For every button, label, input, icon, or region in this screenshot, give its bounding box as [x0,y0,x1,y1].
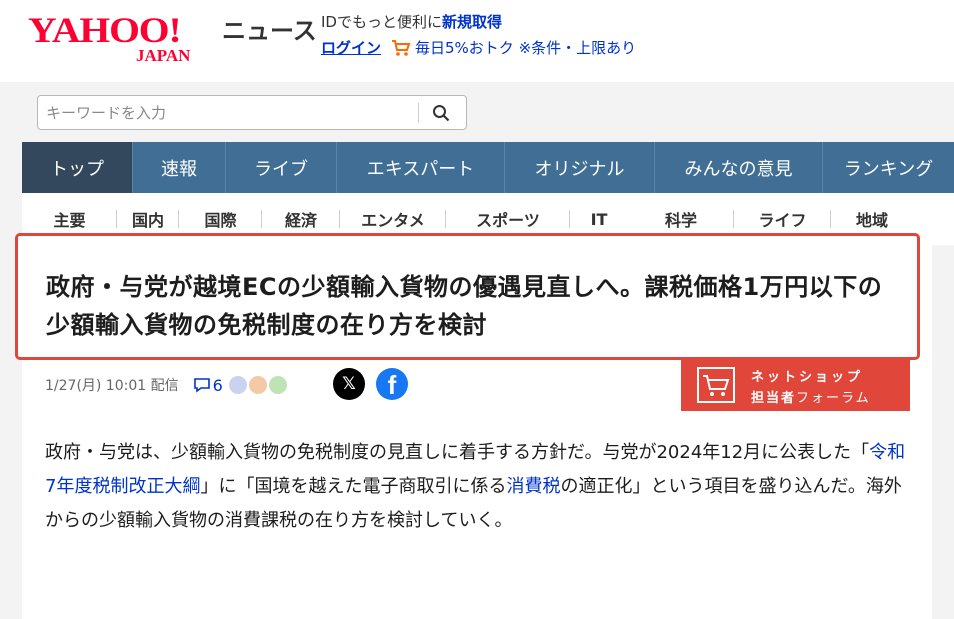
main-nav-expert[interactable]: エキスパート [337,142,505,193]
article-meta: 1/27(月) 10:01 配信 6 [45,372,289,398]
netshop-forum-banner[interactable]: ネットショップ 担当者フォーラム [681,358,910,411]
banner-line2: 担当者フォーラム [751,387,871,406]
tab-label: 経済 [284,211,317,230]
section-title[interactable]: ニュース [222,16,317,46]
body-text-1: 政府・与党は、少額輸入貨物の免税制度の見直しに着手する方針だ。与党が2024年1… [45,442,870,463]
reaction-face-icon [228,376,247,394]
search-input[interactable] [38,97,418,128]
search-icon [433,104,450,121]
tab-label: スポーツ [476,211,540,230]
x-icon: 𝕏 [342,374,356,394]
title-highlight-box: 政府・与党が越境ECの少額輸入貨物の優遇見直しへ。課税価格1万円以下の少額輸入貨… [15,233,920,360]
id-promo-line: IDでもっと便利に新規取得 [321,12,502,32]
main-nav-opinions[interactable]: みんなの意見 [655,142,823,193]
cart-banner-icon [697,367,735,403]
tab-label: IT [590,209,608,229]
comment-icon [193,378,210,393]
tab-label: 地域 [855,211,888,230]
consumption-tax-link[interactable]: 消費税 [506,476,560,497]
promo-link[interactable]: 毎日5%おトク ※条件・上限あり [415,38,636,58]
comment-count: 6 [212,375,223,395]
search-box [37,95,467,130]
tab-label: 科学 [664,211,697,230]
logo-japan: JAPAN [136,46,191,65]
article-title: 政府・与党が越境ECの少額輸入貨物の優遇見直しへ。課税価格1万円以下の少額輸入貨… [46,273,883,339]
main-nav-original[interactable]: オリジナル [505,142,655,193]
id-text: IDでもっと便利に [321,13,442,31]
tab-label: 国内 [131,211,164,230]
main-nav: トップ 速報 ライブ エキスパート オリジナル みんなの意見 ランキング [22,142,954,193]
shopping-cart-icon [392,40,411,56]
body-text-2: 」に「国境を越えた電子商取引に係る [200,476,507,497]
tab-label: ライフ [758,211,807,230]
publish-date: 1/27(月) 10:01 配信 [45,378,179,394]
reaction-face-icon [248,376,267,394]
banner-line1: ネットショップ [751,370,864,385]
login-link[interactable]: ログイン [321,38,381,58]
reaction-faces[interactable] [228,376,289,394]
signup-link[interactable]: 新規取得 [442,13,502,31]
main-nav-top[interactable]: トップ [22,142,133,193]
tab-label: エンタメ [361,211,425,230]
share-x-button[interactable]: 𝕏 [333,368,365,400]
share-facebook-button[interactable]: f [376,368,408,400]
main-nav-live[interactable]: ライブ [226,142,337,193]
banner-line2-rest: フォーラム [796,391,871,406]
facebook-icon: f [387,370,397,400]
comment-link[interactable]: 6 [193,376,223,395]
search-button[interactable] [419,96,463,129]
main-nav-ranking[interactable]: ランキング [823,142,954,193]
tab-label: 国際 [204,211,237,230]
tab-label: 主要 [53,211,86,230]
reaction-face-icon [268,376,287,394]
article-body: 政府・与党は、少額輸入貨物の免税制度の見直しに着手する方針だ。与党が2024年1… [45,436,913,538]
main-nav-breaking[interactable]: 速報 [133,142,226,193]
banner-bold: 担当者 [751,391,797,406]
header: YAHOO! JAPAN ニュース IDでもっと便利に新規取得 ログイン 毎日5… [0,0,954,82]
yahoo-japan-logo[interactable]: YAHOO! JAPAN [28,8,213,68]
login-line: ログイン 毎日5%おトク ※条件・上限あり [321,38,636,58]
